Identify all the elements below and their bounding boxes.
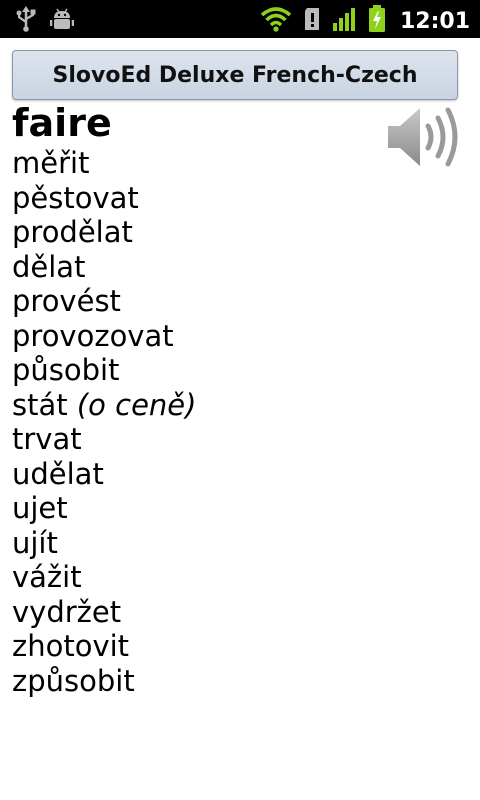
translation-list: měřit pěstovat prodělat dělat provést provozo… [12,146,468,698]
translation-word: působit [12,353,120,387]
translation-word: pěstovat [12,180,139,215]
translation-word: provést [12,284,121,318]
translation-item[interactable]: působit [12,353,468,388]
translation-word: vážit [12,560,82,594]
app-title-bar: SlovoEd Deluxe French-Czech [12,50,458,100]
translation-item[interactable]: stát (o ceně) [12,388,468,423]
translation-item[interactable]: zhotovit [12,629,468,664]
translation-word: zhotovit [12,629,130,663]
translation-item[interactable]: trvat [12,422,468,457]
translation-note: (o ceně) [76,387,197,422]
translation-item[interactable]: prodělat [12,215,468,250]
translation-word: ujet [12,491,68,525]
translation-item[interactable]: provést [12,284,468,319]
wifi-icon [260,6,292,36]
headword: faire [12,101,112,145]
android-debug-icon [49,6,75,36]
translation-word: stát [12,387,68,422]
translation-item[interactable]: vážit [12,560,468,595]
translation-item[interactable]: ujít [12,526,468,561]
app-title: SlovoEd Deluxe French-Czech [52,62,418,88]
translation-item[interactable]: měřit [12,146,468,181]
translation-word: ujít [12,525,58,560]
battery-charging-icon [368,5,386,37]
translation-item[interactable]: provozovat [12,319,468,354]
status-time: 12:01 [399,8,470,34]
translation-word: provozovat [12,318,174,353]
translation-word: měřit [12,146,90,180]
translation-item[interactable]: vydržet [12,595,468,630]
translation-item[interactable]: způsobit [12,664,468,699]
translation-word: prodělat [12,215,133,249]
translation-item[interactable]: pěstovat [12,181,468,216]
translation-word: trvat [12,422,82,456]
translation-word: udělat [12,456,104,491]
status-bar: 12:01 [0,0,480,38]
signal-icon [332,6,358,36]
translation-word: vydržet [12,594,122,629]
translation-item[interactable]: dělat [12,250,468,285]
sd-card-alert-icon [302,6,322,36]
translation-item[interactable]: ujet [12,491,468,526]
translation-item[interactable]: udělat [12,457,468,492]
usb-icon [14,6,38,36]
translation-word: způsobit [12,663,135,698]
translation-word: dělat [12,249,86,284]
dictionary-entry: faire měřit pěstovat prodělat dělat provést p… [12,100,468,698]
